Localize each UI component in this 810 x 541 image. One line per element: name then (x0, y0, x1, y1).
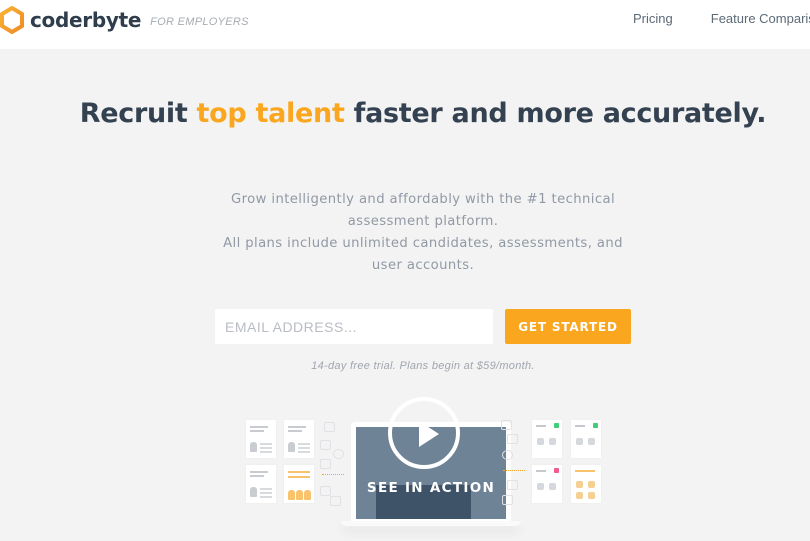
role-card-ios-developer (246, 465, 276, 503)
hero-title: Recruit top talent faster and more accur… (0, 93, 810, 135)
pass-check-icon (554, 423, 559, 428)
flow-arrow (503, 470, 525, 471)
document-icon (330, 496, 341, 506)
pass-check-icon (593, 423, 598, 428)
person-icon (288, 442, 295, 452)
play-video-button[interactable] (388, 397, 460, 469)
hexagon-logo-icon (0, 6, 24, 34)
hero-subtitle-line1: Grow intelligently and affordably with t… (230, 192, 616, 229)
hero-title-post: faster and more accurately. (344, 98, 767, 129)
role-card-full-stack-engineer (246, 420, 276, 458)
hero-subtitle: Grow intelligently and affordably with t… (213, 189, 633, 277)
fail-x-icon (554, 468, 559, 473)
product-illustration: SEE IN ACTION (230, 395, 620, 541)
image-icon (320, 486, 331, 496)
top-nav: Pricing Feature Compariso (633, 11, 810, 26)
flow-arrow (322, 474, 344, 475)
video-icon (507, 434, 518, 444)
brand-name: coderbyte (30, 8, 142, 32)
logo[interactable]: coderbyte FOR EMPLOYERS (0, 6, 249, 34)
email-input[interactable] (215, 309, 493, 344)
see-in-action-label[interactable]: SEE IN ACTION (351, 480, 511, 496)
person-icon (304, 490, 311, 500)
laptop-icon (320, 459, 331, 469)
person-icon (250, 442, 257, 452)
person-icon (288, 490, 295, 500)
browser-icon (320, 440, 331, 450)
person-icon (296, 490, 303, 500)
hero-title-pre: Recruit (79, 98, 197, 129)
result-tile-pass (571, 420, 601, 458)
hero-title-accent: top talent (196, 98, 345, 129)
chat-icon (502, 450, 513, 460)
result-tile-pass (532, 420, 562, 458)
brand-tagline: FOR EMPLOYERS (150, 16, 249, 28)
nav-feature-comparison[interactable]: Feature Compariso (711, 11, 810, 26)
site-header: coderbyte FOR EMPLOYERS Pricing Feature … (0, 0, 810, 49)
role-card-500-challenges (284, 465, 314, 503)
play-icon (419, 421, 439, 447)
result-tile-fail (532, 465, 562, 503)
laptop-base (341, 521, 521, 526)
nav-pricing[interactable]: Pricing (633, 11, 673, 26)
trial-note: 14-day free trial. Plans begin at $59/mo… (311, 360, 535, 372)
role-card-data-scientist (284, 420, 314, 458)
get-started-button[interactable]: GET STARTED (505, 309, 631, 344)
code-file-icon (507, 480, 518, 490)
chat-icon (333, 449, 344, 459)
clipboard-icon (502, 495, 513, 505)
monitor-icon (324, 422, 335, 432)
code-icon (501, 420, 512, 430)
hero-subtitle-line2: All plans include unlimited candidates, … (223, 236, 623, 273)
result-tile-skills-languages (571, 465, 601, 503)
person-icon (250, 487, 257, 497)
